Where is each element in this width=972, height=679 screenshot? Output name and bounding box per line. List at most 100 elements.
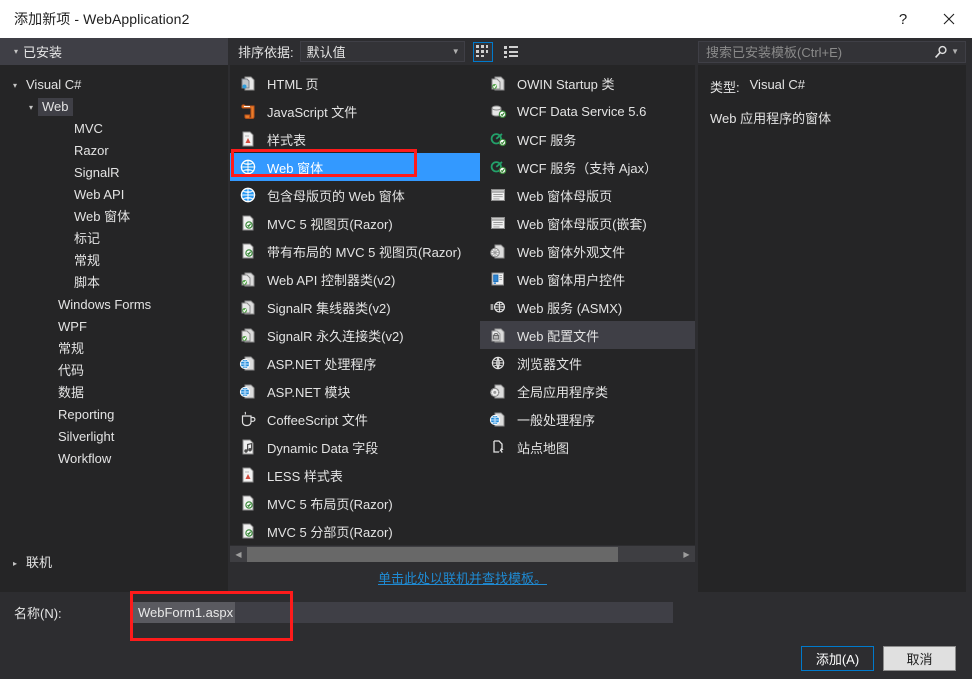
web-service-icon — [487, 297, 509, 317]
template-item[interactable]: Web 窗体外观文件 — [480, 237, 695, 265]
add-new-item-dialog: 添加新项 - WebApplication2 ? 已安装 Visual C# We… — [0, 0, 972, 679]
tree-item-label: Web 窗体 — [74, 209, 131, 224]
template-item[interactable]: ASP.NET 模块 — [230, 377, 480, 405]
scrollbar-thumb[interactable] — [247, 546, 618, 562]
search-input[interactable]: 搜索已安装模板(Ctrl+E) ▼ — [698, 40, 966, 63]
sort-by-label: 排序依据: — [238, 45, 294, 60]
template-item[interactable]: WCF Data Service 5.6 — [480, 97, 695, 125]
grid-view-button[interactable] — [472, 41, 493, 62]
cancel-button[interactable]: 取消 — [883, 646, 956, 671]
name-label: 名称(N): — [14, 603, 132, 622]
tree-item-15[interactable]: Reporting — [0, 404, 228, 426]
template-item[interactable]: Web 配置文件 — [480, 321, 695, 349]
tree-item-7[interactable]: 标记 — [0, 228, 228, 250]
template-item-label: HTML 页 — [267, 76, 319, 92]
template-item[interactable]: ASP.NET 处理程序 — [230, 349, 480, 377]
name-input[interactable]: WebForm1.aspx — [132, 601, 673, 623]
tree-item-6[interactable]: Web 窗体 — [0, 206, 228, 228]
tree-item-4[interactable]: SignalR — [0, 162, 228, 184]
template-item-label: CoffeeScript 文件 — [267, 412, 368, 428]
tree-item-label: Razor — [74, 143, 109, 158]
add-button[interactable]: 添加(A) — [801, 646, 874, 671]
chevron-down-icon[interactable]: ▼ — [950, 47, 963, 56]
tree-item-17[interactable]: Workflow — [0, 448, 228, 470]
template-item[interactable]: 样式表 — [230, 125, 480, 153]
tree-item-0[interactable]: Visual C# — [0, 74, 228, 96]
template-item[interactable]: CoffeeScript 文件 — [230, 405, 480, 433]
tree-item-8[interactable]: 常规 — [0, 250, 228, 272]
template-item[interactable]: WCF 服务（支持 Ajax） — [480, 153, 695, 181]
template-item[interactable]: JavaScript 文件 — [230, 97, 480, 125]
template-item[interactable]: WCF 服务 — [480, 125, 695, 153]
tree-item-online[interactable]: 联机 — [0, 552, 228, 574]
dynamic-data-icon — [242, 439, 254, 455]
template-item-label: Web 窗体外观文件 — [517, 244, 626, 260]
template-item[interactable]: MVC 5 布局页(Razor) — [230, 489, 480, 517]
chevron-down-icon[interactable] — [8, 81, 22, 90]
razor-view-icon — [242, 495, 254, 511]
template-item[interactable]: 全局应用程序类 — [480, 377, 695, 405]
template-item[interactable]: 带有布局的 MVC 5 视图页(Razor) — [230, 237, 480, 265]
tree-item-13[interactable]: 代码 — [0, 360, 228, 382]
template-description: Web 应用程序的窗体 — [710, 111, 832, 126]
triangle-right-icon[interactable]: ▶ — [678, 546, 695, 563]
sort-by-dropdown[interactable]: 默认值 ▼ — [299, 41, 465, 62]
installed-header[interactable]: 已安装 — [0, 38, 228, 65]
tree-item-12[interactable]: 常规 — [0, 338, 228, 360]
template-item[interactable]: SignalR 集线器类(v2) — [230, 293, 480, 321]
template-item-label: Web 配置文件 — [517, 328, 600, 344]
template-item-label: WCF 服务 — [517, 132, 577, 148]
template-item[interactable]: Web 窗体用户控件 — [480, 265, 695, 293]
template-item[interactable]: Web 窗体 — [230, 153, 480, 181]
tree-item-label: 联机 — [26, 555, 53, 570]
tree-item-10[interactable]: Windows Forms — [0, 294, 228, 316]
coffee-cup-icon — [241, 411, 256, 427]
tree-item-14[interactable]: 数据 — [0, 382, 228, 404]
chevron-down-icon[interactable] — [24, 103, 38, 112]
template-item[interactable]: 浏览器文件 — [480, 349, 695, 377]
template-item[interactable]: HTML 页 — [230, 69, 480, 97]
tree-item-9[interactable]: 脚本 — [0, 272, 228, 294]
tree-item-2[interactable]: MVC — [0, 118, 228, 140]
horizontal-scrollbar[interactable]: ◀ ▶ — [230, 545, 695, 562]
template-item[interactable]: MVC 5 分部页(Razor) — [230, 517, 480, 545]
template-item[interactable]: 包含母版页的 Web 窗体 — [230, 181, 480, 209]
tree-item-label: Silverlight — [58, 429, 115, 444]
template-item[interactable]: Web 服务 (ASMX) — [480, 293, 695, 321]
tree-item-5[interactable]: Web API — [0, 184, 228, 206]
coffee-cup-icon — [237, 409, 259, 429]
aspnet-globe-icon — [237, 353, 259, 373]
tree-item-3[interactable]: Razor — [0, 140, 228, 162]
search-magnifier-icon[interactable] — [932, 45, 950, 59]
tree-item-16[interactable]: Silverlight — [0, 426, 228, 448]
chevron-down-icon: ▼ — [451, 47, 460, 56]
tree-item-11[interactable]: WPF — [0, 316, 228, 338]
template-item[interactable]: SignalR 永久连接类(v2) — [230, 321, 480, 349]
find-templates-online-link[interactable]: 单击此处以联机并查找模板。 — [378, 568, 547, 587]
aspnet-globe-icon — [489, 412, 505, 427]
template-item[interactable]: OWIN Startup 类 — [480, 69, 695, 97]
global-app-icon — [487, 381, 509, 401]
class-green-icon — [237, 269, 259, 289]
template-item-label: Web 窗体 — [267, 160, 324, 176]
template-item[interactable]: 一般处理程序 — [480, 405, 695, 433]
html-page-icon — [241, 76, 255, 91]
web-form-icon — [237, 185, 259, 205]
template-item[interactable]: Dynamic Data 字段 — [230, 433, 480, 461]
title-bar: 添加新项 - WebApplication2 ? — [0, 0, 972, 38]
scrollbar-track[interactable] — [247, 546, 678, 563]
class-green-icon — [487, 73, 509, 93]
triangle-left-icon[interactable]: ◀ — [230, 546, 247, 563]
template-item[interactable]: 站点地图 — [480, 433, 695, 461]
template-item[interactable]: LESS 样式表 — [230, 461, 480, 489]
installed-header-label: 已安装 — [23, 45, 63, 60]
template-item[interactable]: Web 窗体母版页 — [480, 181, 695, 209]
template-item[interactable]: Web 窗体母版页(嵌套) — [480, 209, 695, 237]
stylesheet-icon — [242, 131, 254, 147]
list-view-button[interactable] — [501, 42, 521, 62]
close-button[interactable] — [926, 0, 972, 38]
tree-item-1[interactable]: Web — [0, 96, 228, 118]
help-button[interactable]: ? — [880, 0, 926, 38]
template-item[interactable]: MVC 5 视图页(Razor) — [230, 209, 480, 237]
template-item[interactable]: Web API 控制器类(v2) — [230, 265, 480, 293]
